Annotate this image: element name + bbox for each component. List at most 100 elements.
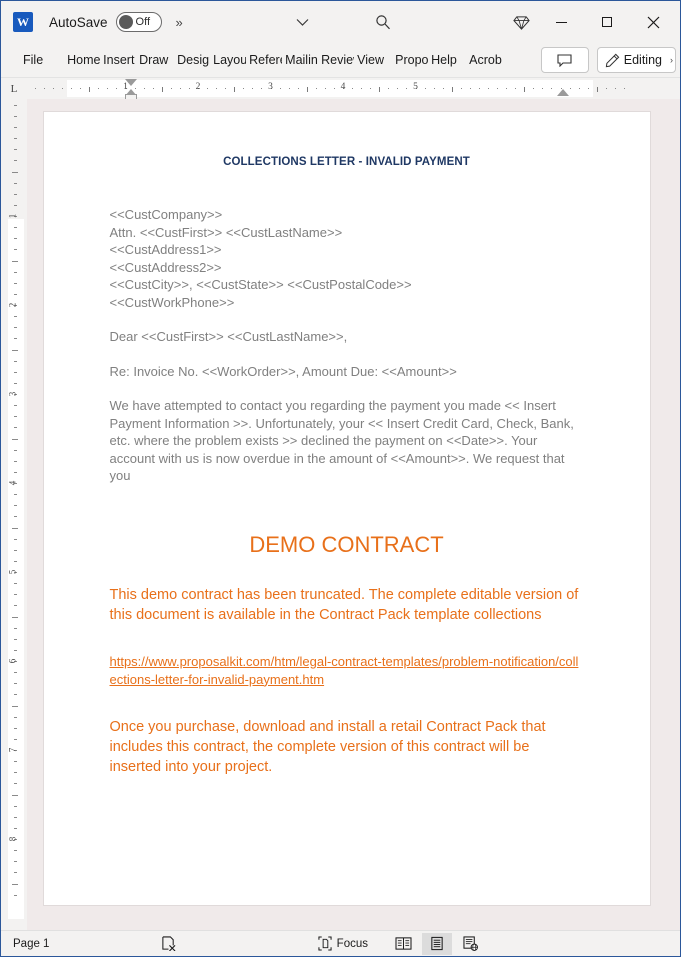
maximize-button[interactable] [584, 2, 630, 42]
ruler-tick-marks: 12345 [27, 80, 666, 97]
horizontal-ruler-track[interactable]: 12345 [27, 79, 666, 101]
vertical-ruler-tick [12, 794, 18, 796]
print-layout-button[interactable] [422, 932, 452, 955]
tab-mailings[interactable]: Mailings [282, 47, 318, 74]
close-button[interactable] [630, 2, 676, 42]
search-button[interactable] [366, 8, 400, 36]
vertical-ruler-tick [14, 783, 17, 785]
vertical-ruler-tick [14, 449, 17, 451]
quick-access-customize-button[interactable] [286, 8, 320, 36]
tab-review[interactable]: Review [318, 47, 354, 74]
tab-stop-selector[interactable]: L [1, 78, 27, 99]
document-page[interactable]: COLLECTIONS LETTER - INVALID PAYMENT <<C… [42, 111, 651, 906]
ruler-tick [388, 88, 390, 89]
address-line: <<CustCompany>> [109, 207, 223, 222]
read-mode-button[interactable] [388, 933, 418, 955]
vertical-ruler-tick [14, 382, 17, 384]
ruler-tick [161, 87, 163, 92]
vertical-ruler-tick [14, 316, 17, 318]
ruler-tick [116, 88, 118, 89]
premium-diamond-button[interactable] [504, 8, 538, 36]
ruler-tick [207, 88, 209, 89]
ruler-tick [506, 88, 508, 89]
first-line-indent-marker[interactable] [125, 79, 137, 86]
ruler-tick [297, 88, 299, 89]
tab-insert[interactable]: Insert [100, 47, 136, 74]
ruler-tick [460, 88, 462, 89]
address-line: <<CustWorkPhone>> [109, 294, 235, 310]
comments-button[interactable] [540, 47, 589, 73]
body-paragraph: We have attempted to contact you regardi… [109, 398, 574, 483]
ruler-tick [488, 88, 489, 89]
word-window: W AutoSave Off » File Home Insert Draw D… [0, 0, 681, 957]
vertical-ruler-tick [14, 583, 17, 585]
tab-proposal[interactable]: Proposal [392, 47, 428, 74]
tab-draw[interactable]: Draw [136, 47, 174, 74]
comment-icon [557, 53, 572, 67]
vertical-ruler-tick [14, 805, 17, 807]
editing-mode-caret-icon[interactable]: › [670, 55, 673, 65]
ruler-number: 5 [413, 82, 418, 92]
vertical-ruler-tick [14, 683, 17, 685]
page-number-label[interactable]: Page 1 [13, 938, 49, 950]
ruler-tick [623, 88, 625, 89]
ruler-tick [596, 87, 598, 92]
autosave-toggle[interactable]: Off [115, 12, 162, 32]
ruler-tick [152, 88, 154, 89]
ruler-tick [53, 88, 54, 89]
tab-help[interactable]: Help [428, 47, 466, 74]
close-icon [647, 16, 659, 28]
ruler-tick [225, 88, 227, 89]
minimize-icon [555, 21, 567, 23]
editing-mode-button[interactable]: Editing › [596, 47, 676, 73]
ruler-tick [533, 88, 535, 89]
proofing-status-button[interactable] [161, 936, 176, 951]
ruler-tick [379, 87, 381, 92]
ribbon-tab-bar: File Home Insert Draw Design Layout Refe… [1, 43, 680, 78]
vertical-ruler-tick [14, 738, 17, 740]
ruler-tick [424, 88, 426, 89]
vertical-ruler-tick [14, 761, 17, 763]
vertical-ruler-tick [14, 872, 17, 874]
vertical-ruler-number: 1 [7, 213, 18, 219]
tab-layout[interactable]: Layout [210, 47, 246, 74]
ruler-tick [243, 88, 245, 89]
vertical-ruler-tick [14, 104, 17, 106]
ruler-tick [397, 88, 399, 89]
vertical-ruler-tick [14, 149, 17, 151]
vertical-ruler-number: 2 [7, 302, 18, 308]
ruler-tick [315, 88, 317, 89]
right-indent-marker[interactable] [557, 89, 569, 96]
editing-mode-label: Editing [623, 53, 662, 67]
focus-mode-button[interactable]: Focus [318, 936, 368, 951]
tab-file[interactable]: File [15, 47, 51, 74]
minimize-button[interactable] [538, 2, 584, 42]
ruler-tick [107, 88, 109, 89]
horizontal-ruler[interactable]: L 12345 [1, 78, 680, 101]
vertical-ruler[interactable]: 1 2 3 4 5 6 7 8 [1, 99, 27, 930]
vertical-ruler-number: 6 [7, 658, 18, 664]
maximize-icon [602, 17, 612, 27]
ruler-tick [542, 88, 544, 89]
tab-design[interactable]: Design [174, 47, 210, 74]
vertical-ruler-tick [12, 527, 18, 529]
vertical-ruler-tick [14, 249, 17, 251]
chevron-down-icon [296, 18, 309, 26]
ruler-tick [43, 88, 45, 89]
ruler-tick [614, 88, 616, 89]
tab-acrobat[interactable]: Acrobat [466, 47, 502, 74]
tab-home[interactable]: Home [64, 47, 100, 74]
tab-view[interactable]: View [354, 47, 392, 74]
address-line: Attn. <<CustFirst>> <<CustLastName>> [109, 224, 343, 240]
vertical-scrollbar[interactable] [666, 99, 680, 930]
ruler-tick [578, 88, 580, 89]
demo-contract-link[interactable]: https://www.proposalkit.com/htm/legal-co… [110, 653, 584, 689]
tab-references[interactable]: References [246, 47, 282, 74]
web-layout-button[interactable] [456, 933, 486, 955]
editor-area: 1 2 3 4 5 6 7 8 COLLECTIONS LETTER - INVALID PA… [1, 99, 680, 930]
vertical-ruler-number: 3 [7, 391, 18, 397]
vertical-ruler-tick [14, 494, 17, 496]
quick-access-more-button[interactable]: » [176, 15, 183, 30]
vertical-ruler-tick [14, 816, 17, 818]
